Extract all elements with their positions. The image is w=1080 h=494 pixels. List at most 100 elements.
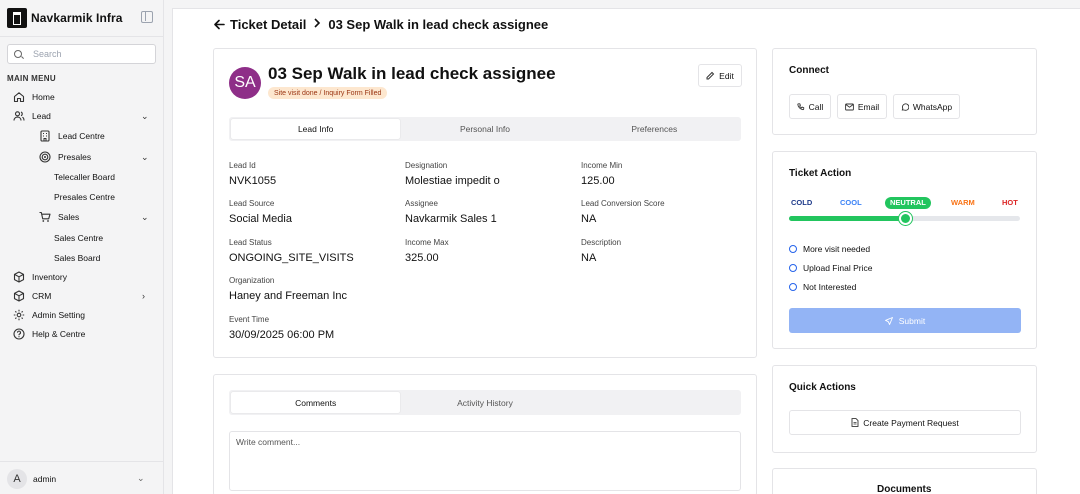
user-avatar[interactable]: A — [7, 469, 27, 489]
option-more-visit-needed[interactable]: More visit needed — [789, 244, 870, 254]
field-value: Social Media — [229, 213, 292, 225]
option-label: Not Interested — [803, 282, 857, 292]
whatsapp-button[interactable]: WhatsApp — [893, 94, 960, 119]
submit-label: Submit — [898, 315, 926, 326]
field-value: NA — [581, 213, 597, 225]
option-label: Upload Final Price — [803, 263, 873, 273]
tab-comments[interactable]: Comments — [231, 392, 401, 413]
sidebar-item-sales-board[interactable]: Sales Board — [54, 251, 100, 265]
sidebar-collapse-icon[interactable] — [141, 11, 153, 23]
sidebar-item-crm[interactable]: CRM — [13, 289, 51, 303]
chevron-down-icon[interactable]: ⌄ — [141, 210, 149, 224]
ticket-action-title: Ticket Action — [789, 168, 852, 179]
whatsapp-label: WhatsApp — [912, 101, 953, 112]
tab-personal-info[interactable]: Personal Info — [400, 119, 569, 139]
field-value: NVK1055 — [229, 175, 277, 187]
slider-thumb[interactable] — [898, 212, 912, 225]
field-value: Navkarmik Sales 1 — [405, 213, 497, 225]
sidebar-item-presales-centre[interactable]: Presales Centre — [54, 190, 115, 204]
sidebar-item-admin-setting[interactable]: Admin Setting — [13, 308, 85, 322]
edit-button[interactable]: Edit — [698, 64, 742, 87]
search-input[interactable] — [33, 49, 133, 59]
option-upload-final-price[interactable]: Upload Final Price — [789, 263, 872, 273]
option-not-interested[interactable]: Not Interested — [789, 282, 856, 292]
field-value: NA — [581, 252, 597, 264]
chevron-down-icon[interactable]: ⌄ — [141, 109, 149, 123]
field-assignee: Assignee Navkarmik Sales 1 — [405, 199, 497, 225]
connect-title: Connect — [789, 65, 829, 76]
brand-name: Navkarmik Infra — [31, 11, 123, 25]
radio-circle[interactable] — [789, 264, 797, 272]
field-designation: Designation Molestiae impedit o — [405, 161, 500, 187]
sidebar-item-sales[interactable]: Sales — [39, 210, 79, 224]
field-value: 325.00 — [405, 252, 439, 264]
sidebar-item-label: Sales — [58, 212, 80, 222]
ticket-tabs: Lead Info Personal Info Preferences — [229, 117, 741, 141]
breadcrumb: Ticket Detail 03 Sep Walk in lead check … — [214, 16, 548, 32]
radio-circle[interactable] — [789, 245, 797, 253]
box-icon — [13, 290, 25, 302]
create-payment-request-button[interactable]: Create Payment Request — [789, 410, 1021, 435]
field-organization: Organization Haney and Freeman Inc — [229, 276, 347, 302]
tabs-spacer — [570, 392, 739, 413]
field-label: Income Max — [405, 238, 449, 247]
chevron-right-icon — [313, 17, 321, 31]
sidebar-item-label: Home — [32, 92, 55, 102]
radio-circle[interactable] — [789, 283, 797, 291]
sidebar-item-home[interactable]: Home — [13, 90, 55, 104]
field-label: Lead Id — [229, 161, 256, 170]
tab-lead-info[interactable]: Lead Info — [231, 119, 401, 139]
email-label: Email — [857, 101, 880, 112]
users-icon — [13, 110, 25, 122]
sidebar-item-label: Presales Centre — [54, 192, 115, 202]
breadcrumb-parent[interactable]: Ticket Detail — [230, 17, 306, 32]
sidebar-item-presales[interactable]: Presales — [39, 150, 91, 164]
status-badge: Site visit done / Inquiry Form Filled — [268, 87, 388, 99]
level-warm[interactable]: WARM — [951, 197, 975, 209]
level-neutral[interactable]: NEUTRAL — [885, 197, 931, 209]
field-label: Event Time — [229, 315, 270, 324]
sidebar-item-help[interactable]: Help & Centre — [13, 327, 85, 341]
chevron-down-icon[interactable]: ⌄ — [137, 473, 145, 484]
field-value: 30/09/2025 06:00 PM — [229, 329, 335, 341]
level-hot[interactable]: HOT — [1002, 197, 1018, 209]
sidebar-item-lead-centre[interactable]: Lead Centre — [39, 129, 105, 143]
sidebar-item-inventory[interactable]: Inventory — [13, 270, 67, 284]
sidebar-item-lead[interactable]: Lead — [13, 109, 51, 123]
chevron-right-icon[interactable]: › — [142, 289, 145, 303]
sidebar-item-label: Lead — [32, 111, 51, 121]
back-arrow-icon[interactable] — [214, 19, 225, 30]
field-conversion-score: Lead Conversion Score NA — [581, 199, 665, 225]
edit-label: Edit — [719, 70, 734, 81]
user-name[interactable]: admin — [33, 474, 56, 484]
level-cool[interactable]: COOL — [840, 197, 862, 209]
field-value: ONGOING_SITE_VISITS — [229, 252, 354, 264]
email-button[interactable]: Email — [837, 94, 887, 119]
call-button[interactable]: Call — [789, 94, 831, 119]
sidebar-item-label: Lead Centre — [58, 131, 105, 141]
tab-preferences[interactable]: Preferences — [570, 119, 739, 139]
gear-icon — [13, 309, 25, 321]
sidebar-item-label: Sales Board — [54, 253, 101, 263]
level-cold[interactable]: COLD — [791, 197, 812, 209]
field-lead-status: Lead Status ONGOING_SITE_VISITS — [229, 238, 354, 264]
sidebar-bottom-divider — [0, 461, 164, 462]
submit-button[interactable]: Submit — [789, 308, 1021, 333]
comments-tabs: Comments Activity History — [229, 390, 741, 415]
sidebar-item-label: Presales — [58, 152, 92, 162]
temperature-slider[interactable] — [789, 212, 1020, 225]
sidebar-item-telecaller-board[interactable]: Telecaller Board — [54, 170, 115, 184]
sidebar-item-sales-centre[interactable]: Sales Centre — [54, 231, 103, 245]
field-label: Organization — [229, 276, 275, 285]
chevron-down-icon[interactable]: ⌄ — [141, 150, 149, 164]
phone-icon — [797, 102, 805, 111]
comment-input[interactable] — [236, 437, 734, 485]
field-label: Assignee — [405, 199, 438, 208]
sidebar-item-label: CRM — [32, 291, 52, 301]
field-label: Designation — [405, 161, 448, 170]
field-lead-source: Lead Source Social Media — [229, 199, 292, 225]
send-icon — [884, 316, 893, 325]
building-icon — [39, 130, 51, 142]
brand: Navkarmik Infra — [7, 8, 157, 28]
tab-activity-history[interactable]: Activity History — [400, 392, 569, 413]
